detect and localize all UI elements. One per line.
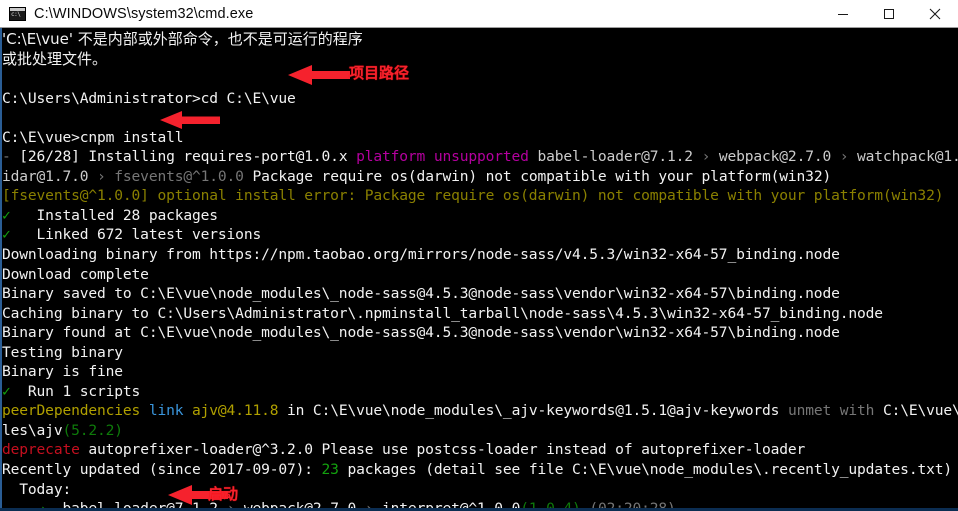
console-line: deprecate autoprefixer-loader@^3.2.0 Ple… <box>2 441 806 459</box>
console-line: - [26/28] Installing requires-port@1.0.x… <box>2 148 958 166</box>
console-text: 'C:\E\vue' 不是内部或外部命令，也不是可运行的程序 或批处理文件。 C… <box>2 30 958 511</box>
console-line: [fsevents@^1.0.0] optional install error… <box>2 187 944 205</box>
cmd-window: C:\WINDOWS\system32\cmd.exe 'C:\E\vue' 不… <box>0 0 958 511</box>
console-line: Caching binary to C:\Users\Administrator… <box>2 304 883 322</box>
console-line: Download complete <box>2 265 149 283</box>
console-line: Recently updated (since 2017-09-07): 23 … <box>2 461 952 479</box>
console-line: Binary found at C:\E\vue\node_modules\_n… <box>2 324 840 342</box>
console-line: ✓ Run 1 scripts <box>2 382 141 400</box>
maximize-button[interactable] <box>866 0 912 27</box>
console-line: 或批处理文件。 <box>2 49 108 68</box>
console-line: Binary is fine <box>2 363 123 381</box>
console-line: idar@1.7.0 › fsevents@^1.0.0 Package req… <box>2 167 832 185</box>
minimize-button[interactable] <box>820 0 866 27</box>
console-line: Downloading binary from https://npm.taob… <box>2 246 840 264</box>
console-line: ✓ Linked 672 latest versions <box>2 226 262 244</box>
console-line: C:\Users\Administrator>cd C:\E\vue <box>2 89 296 107</box>
console-output-area[interactable]: 'C:\E\vue' 不是内部或外部命令，也不是可运行的程序 或批处理文件。 C… <box>0 28 958 511</box>
console-line: Testing binary <box>2 343 123 361</box>
console-line: 'C:\E\vue' 不是内部或外部命令，也不是可运行的程序 <box>2 30 363 48</box>
console-line: les\ajv(5.2.2) <box>2 421 123 439</box>
console-line: ✓ Installed 28 packages <box>2 206 218 224</box>
close-button[interactable] <box>912 0 958 27</box>
console-line: peerDependencies link ajv@4.11.8 in C:\E… <box>2 402 958 420</box>
console-line: Binary saved to C:\E\vue\node_modules\_n… <box>2 285 840 303</box>
console-line: Today: <box>2 480 72 498</box>
window-title: C:\WINDOWS\system32\cmd.exe <box>34 5 254 22</box>
cmd-icon <box>9 6 26 21</box>
console-line: C:\E\vue>cnpm install <box>2 128 184 146</box>
window-titlebar[interactable]: C:\WINDOWS\system32\cmd.exe <box>0 0 958 28</box>
